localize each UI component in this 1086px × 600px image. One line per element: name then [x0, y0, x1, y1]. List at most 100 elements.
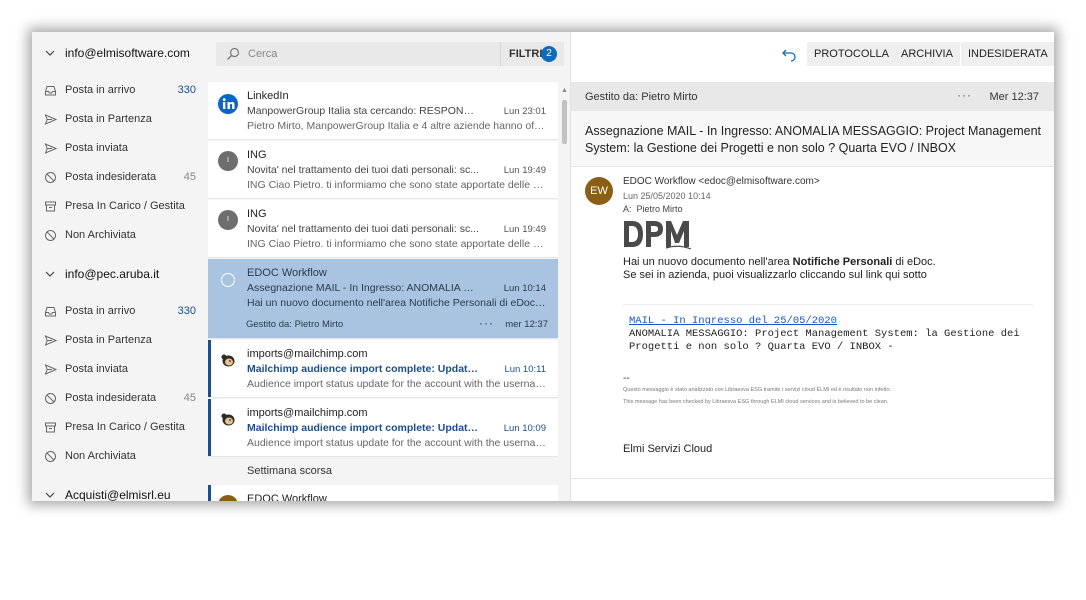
folder-label: Posta indesiderata	[65, 392, 157, 404]
protocol-button[interactable]: PROTOCOLLA	[807, 42, 896, 66]
message-subject: ManpowerGroup Italia sta cercando: RESPO…	[247, 105, 479, 117]
folder-item[interactable]: Presa In Carico / Gestita	[32, 414, 208, 442]
managed-by-label: Gestito da: Pietro Mirto	[585, 91, 698, 103]
reading-pane: PROTOCOLLA ARCHIVIA INDESIDERATA Gestito…	[570, 32, 1054, 501]
managed-by-bar: Gestito da: Pietro Mirto ··· Mer 12:37	[571, 82, 1054, 111]
linkedin-icon	[218, 94, 238, 114]
message-sender: EDOC Workflow	[247, 493, 327, 501]
antivirus-notice-it: Questo messaggio è stato analizzato con …	[623, 387, 892, 393]
avatar: I	[218, 210, 238, 230]
unread-count: 330	[177, 84, 196, 96]
divider	[571, 478, 1054, 479]
folder-item[interactable]: Posta in arrivo 330	[32, 298, 208, 326]
list-scrollbar[interactable]: ▲	[559, 82, 570, 501]
folder-label: Posta indesiderata	[65, 171, 157, 183]
folder-item[interactable]: Posta in Partenza	[32, 327, 208, 355]
message-subject: Mailchimp audience import complete: Upda…	[247, 422, 479, 434]
message-time: Lun 10:11	[504, 364, 546, 375]
folder-label: Posta in Partenza	[65, 113, 152, 125]
send-icon	[44, 363, 58, 376]
folder-label: Non Archiviata	[65, 450, 136, 462]
chevron-down-icon[interactable]	[44, 268, 56, 280]
block-icon	[44, 171, 57, 184]
antivirus-notice-en: This message has been checked by Libraes…	[623, 399, 889, 405]
block-icon	[44, 450, 57, 463]
message-sender: ING	[247, 208, 267, 220]
folder-item[interactable]: Posta inviata	[32, 356, 208, 384]
message-time: Lun 19:49	[503, 165, 546, 176]
folder-item[interactable]: Presa In Carico / Gestita	[32, 193, 208, 221]
account-header[interactable]: info@elmisoftware.com	[32, 38, 208, 68]
intro-text: Hai un nuovo documento nell'area	[623, 256, 793, 268]
recipient-name[interactable]: Pietro Mirto	[637, 204, 683, 214]
folder-label: Posta in arrivo	[65, 305, 136, 317]
search-input[interactable]: Cerca	[216, 42, 500, 66]
message-subject: Assegnazione MAIL - In Ingresso: ANOMALI…	[585, 124, 1041, 155]
mailchimp-icon	[218, 409, 238, 429]
folder-item[interactable]: Posta in Partenza	[32, 106, 208, 134]
document-detail-line-1: ANOMALIA MESSAGGIO: Project Management S…	[629, 328, 1020, 340]
message-row[interactable]: LinkedIn ManpowerGroup Italia sta cercand…	[208, 82, 558, 140]
message-row[interactable]: imports@mailchimp.com Mailchimp audience …	[208, 340, 558, 398]
intro-line-1: Hai un nuovo documento nell'area Notific…	[623, 256, 936, 268]
select-radio-icon[interactable]	[221, 273, 235, 287]
message-preview: Pietro Mirto, ManpowerGroup Italia e 4 a…	[247, 120, 547, 132]
message-row[interactable]: EDOC Workflow	[208, 485, 558, 501]
message-row[interactable]: I ING Novita' nel trattamento dei tuoi dat…	[208, 200, 558, 258]
scroll-up-icon[interactable]: ▲	[561, 87, 568, 94]
message-preview: ING Ciao Pietro. ti informiamo che sono …	[247, 238, 547, 250]
message-sender: EDOC Workflow	[247, 267, 327, 279]
undo-icon[interactable]	[781, 46, 797, 62]
filter-button[interactable]: FILTRI 2	[500, 42, 564, 66]
folder-item[interactable]: Non Archiviata	[32, 443, 208, 471]
managed-time: Mer 12:37	[989, 91, 1039, 103]
mailchimp-icon	[218, 350, 238, 370]
message-date: Lun 25/05/2020 10:14	[623, 191, 711, 201]
folder-label: Posta inviata	[65, 142, 128, 154]
send-icon	[44, 113, 58, 126]
filter-count-badge: 2	[541, 46, 557, 62]
message-row[interactable]: EDOC Workflow Assegnazione MAIL - In Ingr…	[208, 259, 558, 339]
message-preview: Hai un nuovo documento nell'area Notific…	[247, 297, 547, 309]
document-link[interactable]: MAIL - In Ingresso del 25/05/2020	[629, 315, 837, 327]
message-subject: Assegnazione MAIL - In Ingresso: ANOMALI…	[247, 282, 479, 294]
signature-separator: --	[623, 373, 630, 384]
inbox-icon	[44, 305, 57, 318]
scrollbar-thumb[interactable]	[562, 100, 567, 144]
send-icon	[44, 334, 58, 347]
managed-by-label: Gestito da: Pietro Mirto	[246, 319, 344, 330]
folder-item[interactable]: Posta indesiderata 45	[32, 385, 208, 413]
section-header: Settimana scorsa	[208, 458, 558, 484]
account-header[interactable]: Acquisti@elmisrl.eu	[32, 480, 208, 501]
message-time: Lun 10:14	[503, 283, 546, 294]
folder-label: Posta in arrivo	[65, 84, 136, 96]
folder-item[interactable]: Non Archiviata	[32, 222, 208, 250]
archive-button[interactable]: ARCHIVIA	[894, 42, 960, 66]
folder-item[interactable]: Posta in arrivo 330	[32, 77, 208, 105]
mail-app-window: info@elmisoftware.com Posta in arrivo 330 P…	[32, 32, 1054, 501]
message-subject: Novita' nel trattamento dei tuoi dati pe…	[247, 164, 479, 176]
account-name: info@pec.aruba.it	[65, 267, 160, 281]
avatar[interactable]: EW	[585, 177, 613, 205]
reading-toolbar: PROTOCOLLA ARCHIVIA INDESIDERATA	[571, 32, 1054, 80]
message-sender: ING	[247, 149, 267, 161]
chevron-down-icon[interactable]	[44, 489, 56, 501]
search-placeholder: Cerca	[248, 48, 278, 60]
folder-item[interactable]: Posta indesiderata 45	[32, 164, 208, 192]
divider	[623, 304, 1033, 305]
chevron-down-icon[interactable]	[44, 47, 56, 59]
send-icon	[44, 142, 58, 155]
more-options-icon[interactable]: ···	[957, 88, 972, 102]
message-sender: imports@mailchimp.com	[247, 407, 368, 419]
account-header[interactable]: info@pec.aruba.it	[32, 259, 208, 289]
to-label: A:	[623, 204, 632, 214]
junk-button[interactable]: INDESIDERATA	[961, 42, 1054, 66]
message-row[interactable]: imports@mailchimp.com Mailchimp audience …	[208, 399, 558, 457]
folder-item[interactable]: Posta inviata	[32, 135, 208, 163]
more-options-icon[interactable]: ···	[479, 316, 494, 330]
message-row[interactable]: I ING Novita' nel trattamento dei tuoi dat…	[208, 141, 558, 199]
search-icon	[227, 47, 240, 60]
sender-address[interactable]: EDOC Workflow <edoc@elmisoftware.com>	[623, 176, 820, 187]
message-list-pane: Cerca FILTRI 2 LinkedIn ManpowerGroup Ita…	[208, 32, 570, 501]
message-sender: imports@mailchimp.com	[247, 348, 368, 360]
